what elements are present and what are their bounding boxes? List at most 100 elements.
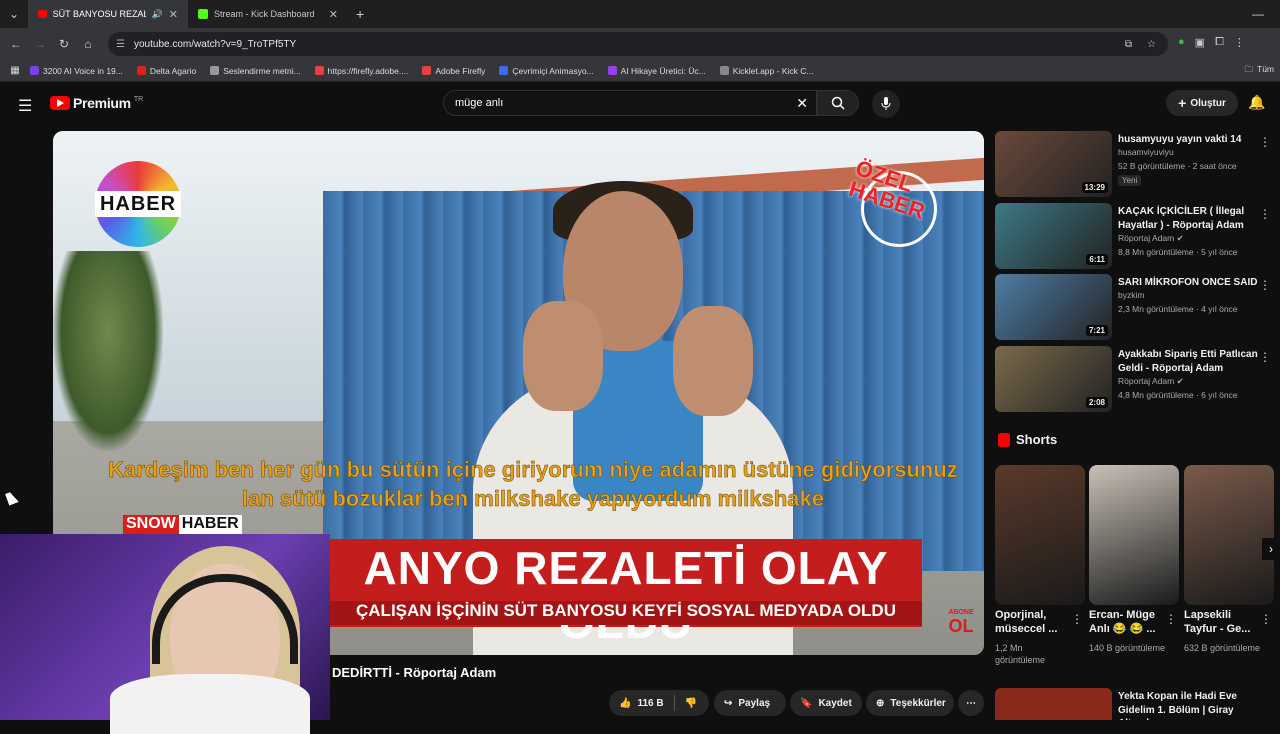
short-thumbnail[interactable] <box>1089 465 1179 605</box>
bookmark-item[interactable]: Delta Agario <box>136 66 196 76</box>
recommendation-item[interactable]: 6:11 KAÇAK İÇKİCİLER ( İllegal Hayatlar )… <box>995 203 1277 271</box>
reload-icon[interactable]: ↻ <box>52 37 76 51</box>
next-recommendation[interactable]: Yekta Kopan ile Hadi Eve Gidelim 1. Bölü… <box>995 688 1277 720</box>
save-button[interactable]: 🔖 Kaydet <box>790 690 862 716</box>
folder-icon: 🗀 <box>1244 63 1253 74</box>
video-title[interactable]: SARI MİKROFON ONCE SAID <box>1118 276 1258 290</box>
share-label: Paylaş <box>738 697 771 709</box>
puzzle-icon[interactable]: ⧠ <box>1215 36 1224 49</box>
bookmark-item[interactable]: Seslendirme metni... <box>210 65 301 76</box>
video-title[interactable]: Ayakkabı Sipariş Etti Patlıcan Geldi - R… <box>1118 348 1258 375</box>
home-icon[interactable]: ⌂ <box>76 37 100 51</box>
video-title[interactable]: KAÇAK İÇKİCİLER ( İllegal Hayatlar ) - R… <box>1118 205 1258 232</box>
like-icon[interactable]: 👍 <box>619 698 631 709</box>
banner-subline: ÇALIŞAN İŞÇİNİN SÜT BANYOSU KEYFİ SOSYAL… <box>330 601 922 625</box>
menu-icon[interactable]: ☰ <box>18 96 32 116</box>
back-icon[interactable]: ← <box>4 37 28 51</box>
minimize-icon[interactable]: — <box>1252 7 1264 21</box>
browser-toolbar: ← → ↻ ⌂ ☰ youtube.com/watch?v=9_TroTPf5T… <box>0 28 1280 60</box>
shorts-next-icon[interactable]: › <box>1262 538 1280 560</box>
thanks-label: Teşekkürler <box>890 697 946 709</box>
address-bar[interactable]: ☰ youtube.com/watch?v=9_TroTPf5TY ⧉ ☆ <box>108 32 1168 56</box>
video-thumbnail[interactable] <box>995 688 1112 720</box>
forward-icon[interactable]: → <box>28 37 52 51</box>
logo-text: Premium <box>73 95 131 111</box>
bookmark-favicon-icon <box>719 66 729 75</box>
banner-headline: ANYO REZALETİ OLAY OLDU <box>363 542 889 648</box>
tab-label: SÜT BANYOSU REZALETİ A <box>52 9 146 19</box>
haber-logo-text: HABER <box>95 191 181 217</box>
dislike-icon[interactable]: 👎 <box>685 698 697 709</box>
video-meta: 8,8 Mn görüntüleme · 5 yıl önce <box>1118 247 1238 257</box>
bookmark-item[interactable]: Çevrimiçi Animasyo... <box>499 65 594 76</box>
new-tab-button[interactable]: + <box>348 6 372 22</box>
youtube-icon <box>38 10 47 18</box>
url-text: youtube.com/watch?v=9_TroTPf5TY <box>134 38 297 50</box>
notifications-icon[interactable]: 🔔 <box>1248 94 1265 111</box>
video-thumbnail[interactable]: 7:21 <box>995 274 1112 340</box>
short-title[interactable]: Oporjinal, müseccel ... <box>995 608 1067 637</box>
bookmark-item[interactable]: Kicklet.app - Kick C... <box>719 66 813 76</box>
youtube-logo[interactable]: Premium TR <box>50 95 143 111</box>
apps-icon[interactable]: ▦ <box>0 65 30 76</box>
more-options-icon[interactable]: ⋮ <box>1259 135 1271 149</box>
tab-kick[interactable]: Stream - Kick Dashboard ✕ <box>188 0 348 28</box>
star-icon[interactable]: ☆ <box>1147 39 1156 50</box>
more-options-icon[interactable]: ⋮ <box>1259 207 1271 221</box>
microphone-icon <box>881 97 891 110</box>
site-info-icon[interactable]: ☰ <box>116 39 125 50</box>
close-tab-icon[interactable]: ✕ <box>169 8 178 21</box>
bookmark-item[interactable]: 3200 AI Voice in 19... <box>30 66 123 76</box>
short-thumbnail[interactable] <box>995 465 1085 605</box>
shorts-label: Shorts <box>1016 432 1058 447</box>
bookmark-label: Çevrimiçi Animasyo... <box>512 65 594 76</box>
video-title[interactable]: Yekta Kopan ile Hadi Eve Gidelim 1. Bölü… <box>1118 690 1258 720</box>
create-button[interactable]: + Oluştur <box>1166 90 1238 116</box>
kick-icon <box>198 9 208 19</box>
tab-search-icon[interactable]: ⌄ <box>0 7 28 21</box>
bookmark-item[interactable]: https://firefly.adobe.... <box>314 66 408 76</box>
search-icon <box>831 96 845 110</box>
more-options-icon[interactable]: ⋮ <box>1071 612 1083 626</box>
more-options-icon[interactable]: ⋮ <box>1165 612 1177 626</box>
bookmark-label: 3200 AI Voice in 19... <box>43 65 123 76</box>
channel-name[interactable]: Röportaj Adam ✔ <box>1118 376 1184 387</box>
bookmark-item[interactable]: AI Hikaye Üretici: Üc... <box>607 66 706 76</box>
share-button[interactable]: ↪ Paylaş <box>714 690 786 716</box>
like-count[interactable]: 116 B <box>637 698 663 709</box>
video-thumbnail[interactable]: 6:11 <box>995 203 1112 269</box>
bookmark-item[interactable]: Adobe Firefly <box>422 66 485 76</box>
short-thumbnail[interactable] <box>1184 465 1274 605</box>
short-title[interactable]: Lapsekili Tayfur - Ge... <box>1184 608 1256 637</box>
search-input[interactable]: müge anlı ✕ <box>443 90 817 116</box>
tab-youtube[interactable]: SÜT BANYOSU REZALETİ A 🔊 ✕ <box>28 0 188 28</box>
more-options-icon[interactable]: ⋮ <box>1260 612 1272 626</box>
video-title[interactable]: husamyuyu yayın vakti 14 <box>1118 133 1258 147</box>
more-actions-button[interactable]: ⋯ <box>958 690 984 716</box>
video-thumbnail[interactable]: 2:08 <box>995 346 1112 412</box>
recommendation-item[interactable]: 13:29 husamyuyu yayın vakti 14 husamviyuvi… <box>995 131 1277 199</box>
install-icon[interactable]: ⧉ <box>1125 39 1132 50</box>
extension-icon[interactable]: ▣ <box>1195 36 1205 49</box>
bookmarks-folder[interactable]: 🗀 Tüm <box>1244 64 1274 78</box>
bookmark-favicon-icon <box>30 66 39 75</box>
close-tab-icon[interactable]: ✕ <box>329 8 338 21</box>
video-tree <box>53 251 163 451</box>
channel-name[interactable]: husamviyuviyu <box>1118 147 1174 157</box>
extension-icon[interactable]: ● <box>1178 36 1185 49</box>
profile-icon[interactable]: ⋮ <box>1234 36 1245 49</box>
search-button[interactable] <box>817 90 859 116</box>
short-title[interactable]: Ercan- Müge Anlı 😂 😂 ... <box>1089 608 1161 637</box>
thanks-button[interactable]: ⊕ Teşekkürler <box>866 690 954 716</box>
channel-name[interactable]: byzkim <box>1118 290 1144 300</box>
more-options-icon[interactable]: ⋮ <box>1259 278 1271 292</box>
bookmark-label: Seslendirme metni... <box>223 65 301 76</box>
recommendation-item[interactable]: 7:21 SARI MİKROFON ONCE SAID byzkim 2,3 Mn … <box>995 274 1277 342</box>
video-thumbnail[interactable]: 13:29 <box>995 131 1112 197</box>
speaker-icon[interactable]: 🔊 <box>152 9 163 20</box>
voice-search-button[interactable] <box>872 90 900 118</box>
channel-name[interactable]: Röportaj Adam ✔ <box>1118 233 1184 244</box>
more-options-icon[interactable]: ⋮ <box>1259 350 1271 364</box>
recommendation-item[interactable]: 2:08 Ayakkabı Sipariş Etti Patlıcan Geldi… <box>995 346 1277 414</box>
clear-search-icon[interactable]: ✕ <box>796 95 808 112</box>
